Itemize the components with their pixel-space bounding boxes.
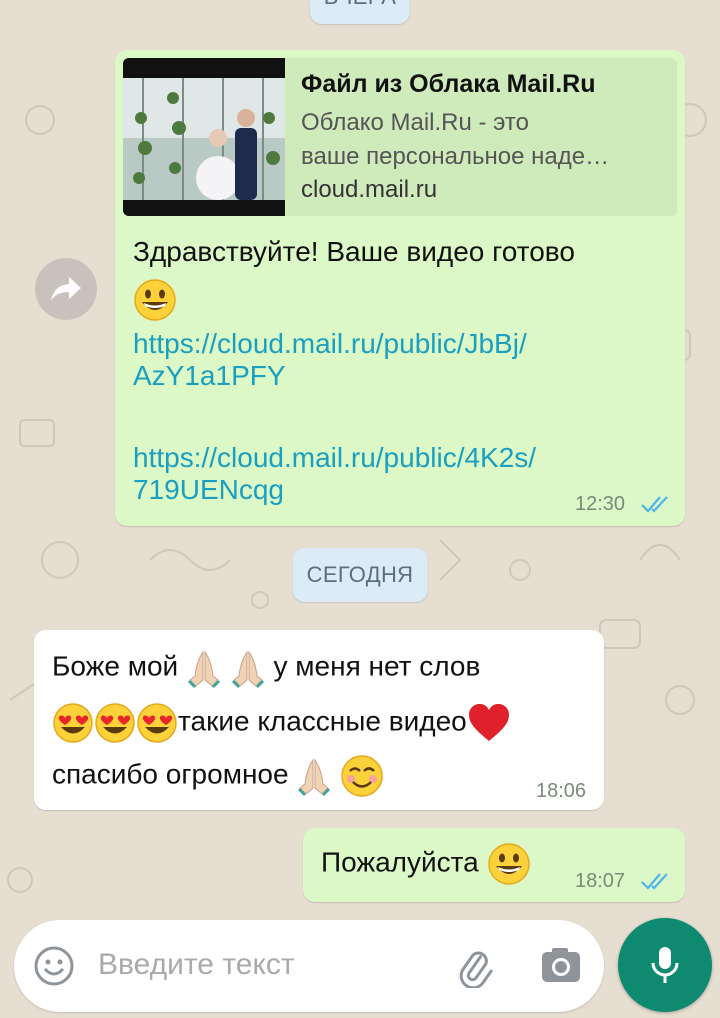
message-bubble-outgoing-link[interactable]: Файл из Облака Mail.Ru Облако Mail.Ru - … (115, 50, 685, 526)
smiling-face-icon (341, 755, 383, 797)
link-preview-domain: cloud.mail.ru (301, 176, 438, 203)
forward-button[interactable] (35, 258, 97, 320)
message-time: 18:06 (536, 780, 587, 802)
message-time: 12:30 (575, 493, 626, 515)
message-composer: Введите текст (14, 920, 604, 1012)
date-chip-yesterday: ВЧЕРА (309, 0, 411, 24)
wedding-video-thumbnail-image (123, 58, 285, 216)
message-time: 18:07 (575, 870, 626, 892)
incoming-line-2: такие классные видео (52, 702, 511, 744)
heart-eyes-face-icon (95, 703, 135, 743)
folded-hands-icon (298, 758, 331, 796)
link-preview-title: Файл из Облака Mail.Ru (301, 70, 596, 98)
link-preview-description: Облако Mail.Ru - это ваше персональное н… (301, 109, 610, 170)
message-input[interactable]: Введите текст (98, 948, 295, 982)
double-check-read-icon (641, 496, 668, 513)
forward-icon (51, 277, 81, 301)
message-link-1[interactable]: https://cloud.mail.ru/public/JbBj/AzY1a1… (133, 328, 527, 392)
message-bubble-outgoing[interactable]: Пожалуйста 18:07 (303, 828, 685, 902)
emoji-icon[interactable] (32, 944, 76, 988)
date-chip-today: СЕГОДНЯ (292, 548, 428, 602)
outgoing-text: Пожалуйста (321, 842, 531, 886)
folded-hands-icon (231, 650, 264, 688)
voice-record-button[interactable] (618, 918, 712, 1012)
red-heart-icon (468, 704, 509, 741)
incoming-line-3: спасибо огромное (52, 754, 384, 798)
camera-icon[interactable] (538, 944, 584, 988)
message-text: Здравствуйте! Ваше видео готово (133, 236, 575, 267)
message-link-2[interactable]: https://cloud.mail.ru/public/4K2s/719UEN… (133, 442, 536, 506)
grinning-emoji (133, 278, 177, 322)
grinning-face-icon (134, 279, 176, 321)
message-bubble-incoming[interactable]: Боже мой у меня нет слов такие классные … (34, 630, 604, 810)
heart-eyes-face-icon (53, 703, 93, 743)
incoming-line-1: Боже мой у меня нет слов (52, 648, 480, 688)
grinning-face-icon (487, 843, 530, 885)
link-preview-thumbnail (123, 58, 285, 216)
double-check-read-icon (641, 873, 668, 890)
paperclip-icon[interactable] (452, 944, 496, 988)
folded-hands-icon (187, 650, 220, 688)
link-preview-card[interactable]: Файл из Облака Mail.Ru Облако Mail.Ru - … (123, 58, 677, 216)
heart-eyes-face-icon (137, 703, 177, 743)
microphone-icon (651, 947, 679, 983)
